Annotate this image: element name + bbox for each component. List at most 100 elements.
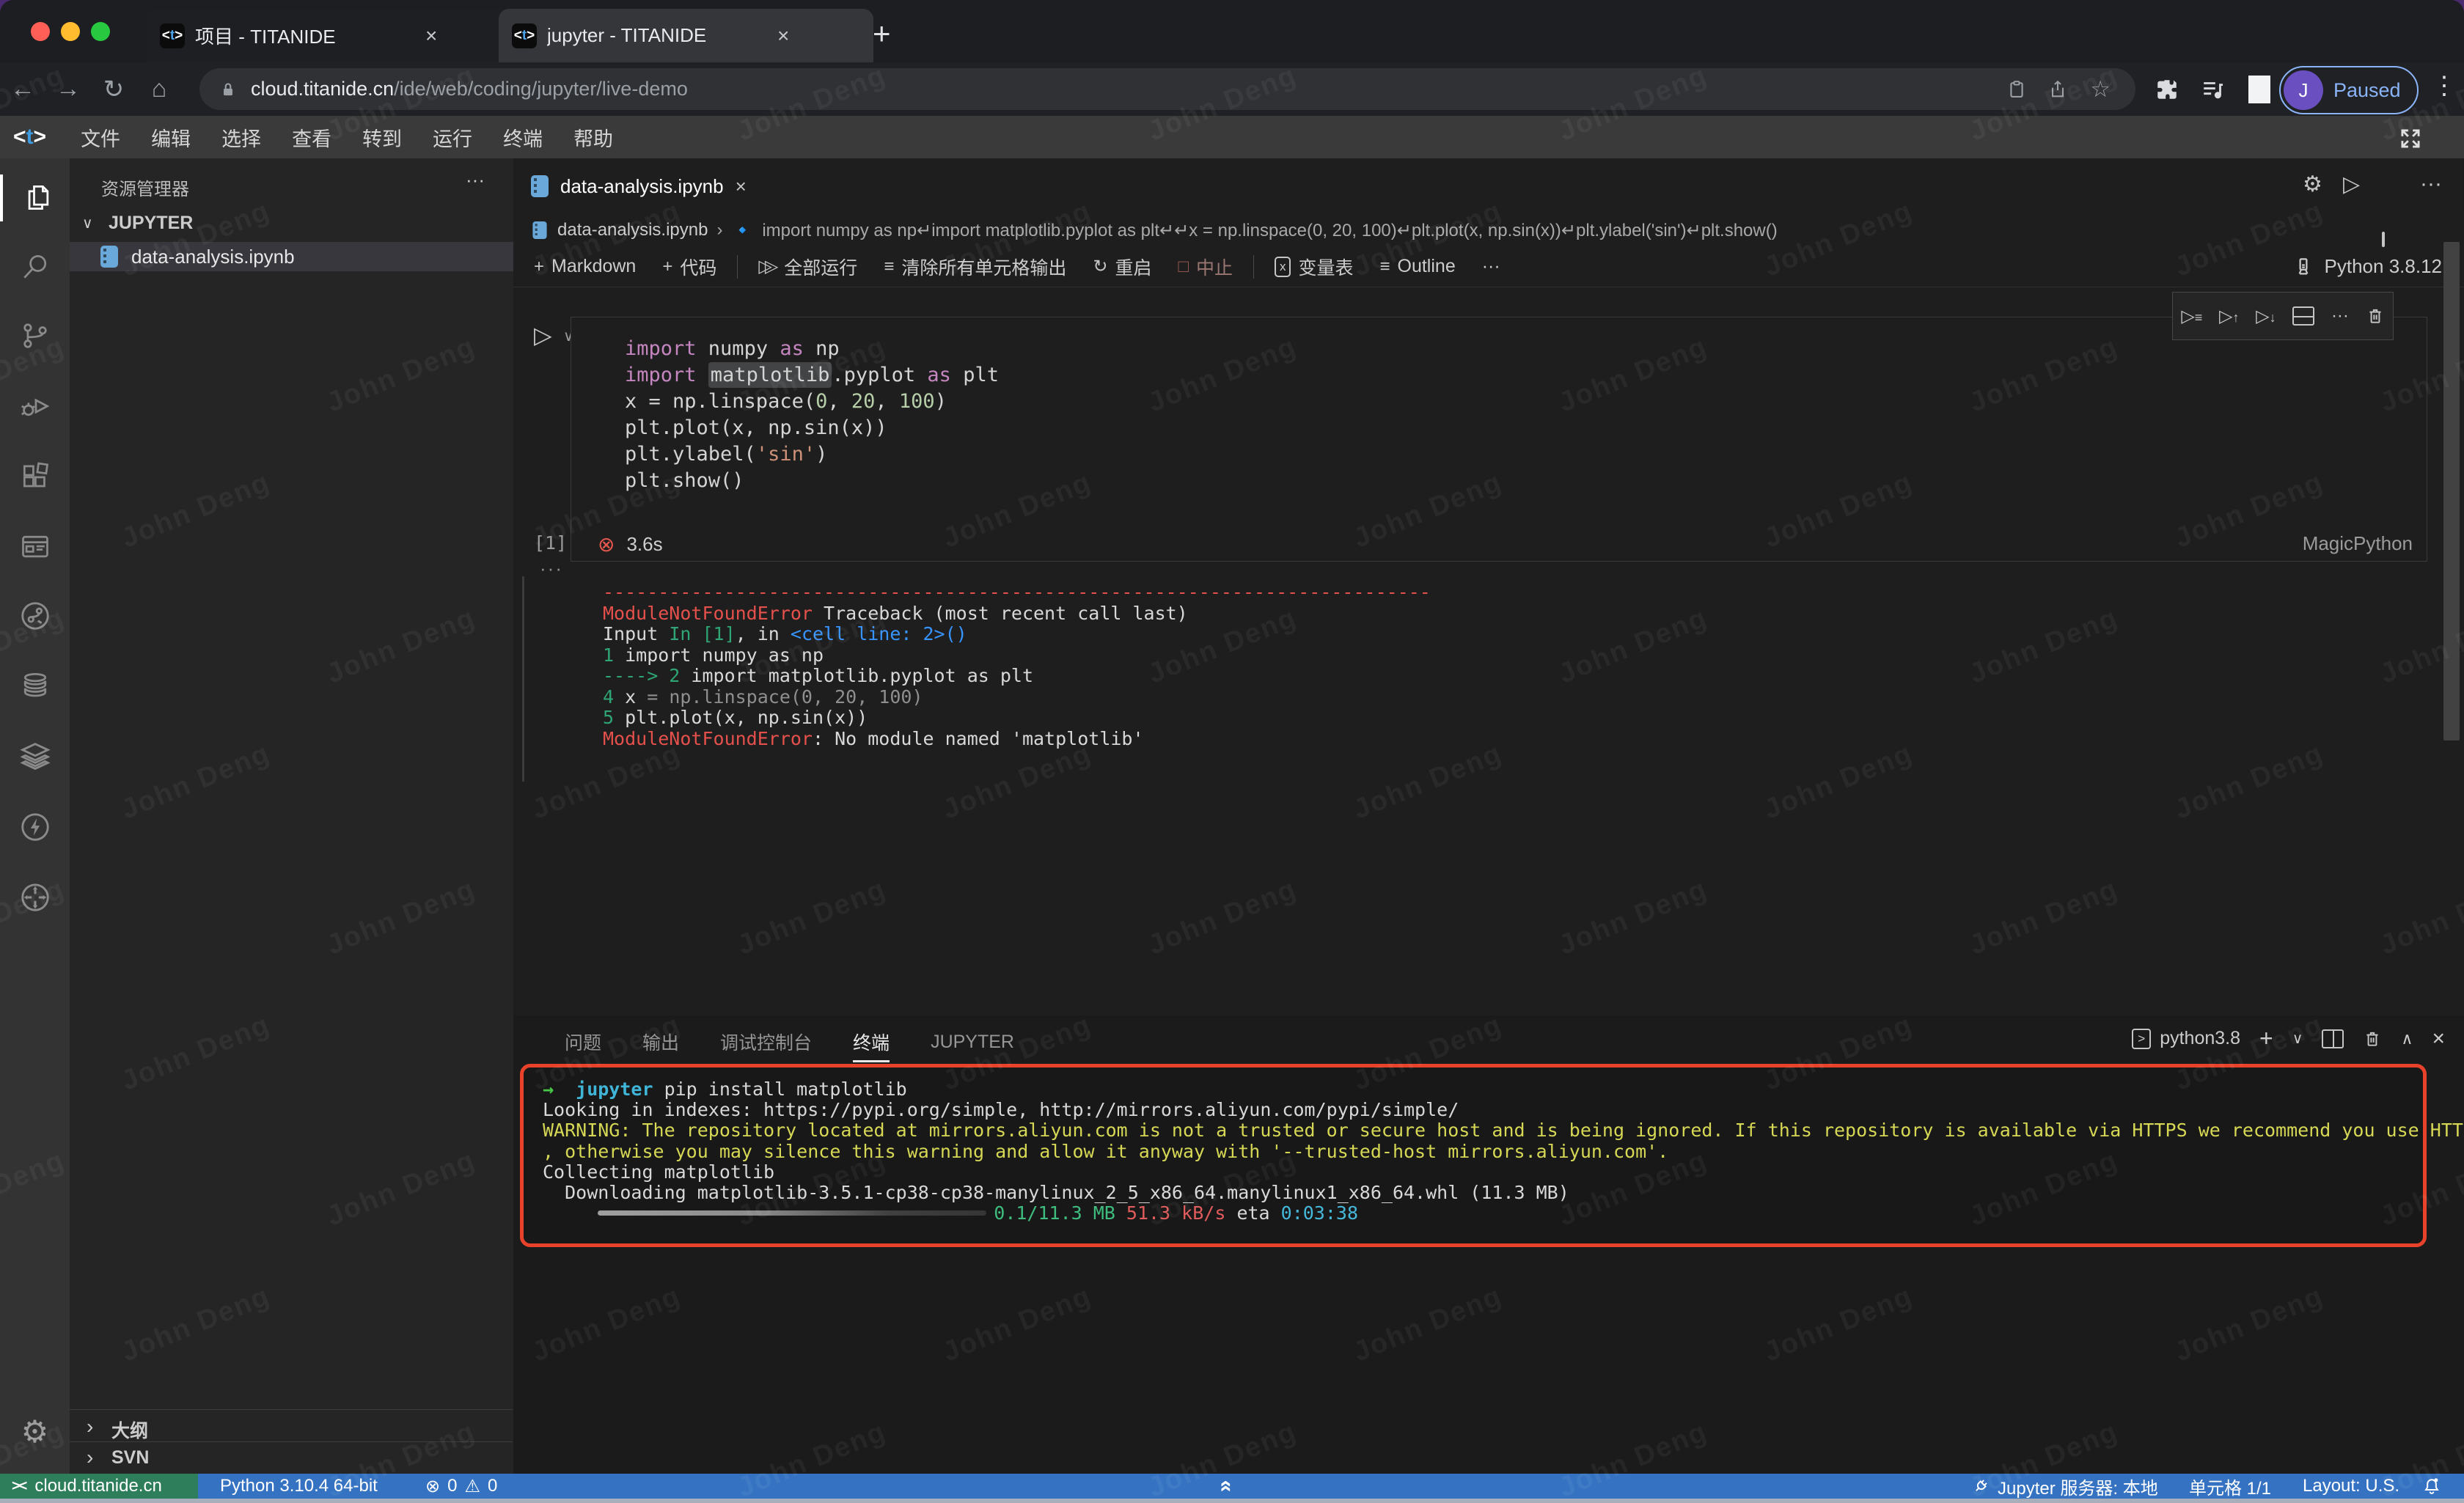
toolbar-more-icon[interactable]: ··· — [1472, 251, 1511, 283]
menu-selection[interactable]: 选择 — [206, 123, 276, 152]
new-tab-button[interactable]: + — [873, 16, 891, 51]
language-mode[interactable]: MagicPython — [2237, 532, 2413, 555]
run-cell-icon[interactable]: ▷ — [534, 321, 552, 349]
python-interpreter[interactable]: Python 3.10.4 64-bit — [220, 1474, 378, 1499]
sidebar-section-jupyter[interactable]: JUPYTER — [109, 213, 193, 234]
editor-more-icon[interactable]: ··· — [2420, 172, 2442, 196]
forward-icon[interactable]: → — [45, 75, 91, 103]
run-below-icon[interactable]: ▷↓ — [2256, 306, 2276, 327]
mac-minimize-button[interactable] — [61, 22, 80, 41]
manage-gear-icon[interactable]: ⚙ — [0, 1408, 70, 1455]
menu-view[interactable]: 查看 — [276, 123, 347, 152]
interrupt-button[interactable]: □中止 — [1167, 251, 1243, 283]
jupyter-server-status[interactable]: Jupyter 服务器: 本地 — [1971, 1474, 2158, 1499]
playlist-icon[interactable] — [2200, 77, 2226, 102]
cell-position[interactable]: 单元格 1/1 — [2189, 1474, 2271, 1499]
menu-file[interactable]: 文件 — [65, 123, 136, 152]
terminal-picker[interactable]: > python3.8 — [2132, 1028, 2240, 1049]
run-icon[interactable]: ▷ — [2343, 172, 2360, 197]
side-panel-icon[interactable] — [2248, 76, 2270, 103]
activity-extensions-icon[interactable] — [0, 453, 70, 500]
tab-close-icon[interactable]: × — [777, 24, 789, 48]
maximize-panel-icon[interactable]: ∧ — [2401, 1029, 2413, 1048]
bookmark-star-icon[interactable]: ☆ — [2090, 76, 2111, 103]
delete-cell-icon[interactable] — [2366, 306, 2385, 326]
activity-layers-icon[interactable] — [0, 733, 70, 780]
clear-outputs-button[interactable]: ≡清除所有单元格输出 — [873, 251, 1077, 283]
output-gutter-bar[interactable] — [522, 576, 524, 782]
cell-more-icon[interactable]: ··· — [2331, 306, 2349, 326]
tab-close-icon[interactable]: × — [736, 175, 747, 198]
menu-terminal[interactable]: 终端 — [488, 123, 558, 152]
section-chevron-icon[interactable]: ∨ — [82, 214, 93, 232]
outline-chevron-icon[interactable]: › — [87, 1415, 93, 1438]
cell-code[interactable]: import numpy as npimport matplotlib.pypl… — [625, 336, 999, 494]
tab-output[interactable]: 输出 — [622, 1015, 700, 1068]
clipboard-icon[interactable] — [2006, 78, 2027, 100]
editor-scrollbar[interactable] — [2443, 242, 2460, 741]
tab-terminal[interactable]: 终端 — [832, 1015, 910, 1068]
tab-problems[interactable]: 问题 — [544, 1015, 622, 1068]
menu-edit[interactable]: 编辑 — [136, 123, 206, 152]
tab-debug-console[interactable]: 调试控制台 — [700, 1015, 832, 1068]
restore-panel-chevrons[interactable]: « — [1220, 1474, 1233, 1499]
split-terminal-icon[interactable] — [2322, 1029, 2344, 1048]
terminal-output[interactable]: → jupyter pip install matplotlibLooking … — [543, 1079, 2464, 1224]
activity-remote-explorer-icon[interactable] — [0, 874, 70, 921]
url-bar[interactable]: cloud.titanide.cn/ide/web/coding/jupyter… — [199, 68, 2135, 110]
mac-zoom-button[interactable] — [91, 22, 110, 41]
terminal-dropdown-icon[interactable]: ∨ — [2292, 1029, 2303, 1048]
breadcrumb-code[interactable]: import numpy as np↵import matplotlib.pyp… — [762, 220, 1777, 241]
notifications-bell-icon[interactable] — [2421, 1474, 2442, 1499]
tab-jupyter[interactable]: JUPYTER — [910, 1015, 1035, 1068]
sidebar-section-svn[interactable]: SVN — [111, 1447, 149, 1469]
run-by-line-icon[interactable]: ▷≡ — [2181, 306, 2202, 327]
problems-status[interactable]: ⊗ 0 ⚠ 0 — [425, 1474, 497, 1499]
new-terminal-icon[interactable]: + — [2259, 1025, 2273, 1052]
output-collapse-icon[interactable]: ··· — [540, 557, 563, 580]
outline-button[interactable]: ≡Outline — [1370, 251, 1466, 283]
kernel-picker[interactable]: Python 3.8.12 — [2292, 255, 2442, 278]
add-markdown-button[interactable]: +Markdown — [524, 251, 646, 283]
activity-search-icon[interactable] — [0, 243, 70, 290]
browser-tab-jupyter[interactable]: <t> jupyter - TITANIDE × — [499, 9, 873, 62]
file-row-selected[interactable]: data-analysis.ipynb — [70, 242, 513, 271]
activity-database-icon[interactable] — [0, 663, 70, 710]
split-cell-icon[interactable] — [2292, 306, 2314, 326]
fullscreen-icon[interactable] — [2397, 125, 2424, 152]
run-above-icon[interactable]: ▷↑ — [2219, 306, 2239, 327]
browser-menu-icon[interactable]: ⋮ — [2432, 71, 2457, 100]
kill-terminal-icon[interactable] — [2363, 1029, 2382, 1049]
settings-gear-icon[interactable]: ⚙ — [2303, 172, 2322, 197]
variables-button[interactable]: x变量表 — [1264, 251, 1364, 283]
activity-preview-icon[interactable] — [0, 523, 70, 570]
menu-help[interactable]: 帮助 — [558, 123, 628, 152]
editor-tab-notebook[interactable]: data-analysis.ipynb × — [513, 158, 2464, 214]
back-icon[interactable]: ← — [0, 75, 45, 103]
share-icon[interactable] — [2047, 78, 2068, 100]
activity-gitlens-icon[interactable] — [0, 592, 70, 639]
sidebar-section-outline[interactable]: 大纲 — [111, 1416, 148, 1443]
keyboard-layout[interactable]: Layout: U.S. — [2303, 1474, 2399, 1499]
activity-run-debug-icon[interactable] — [0, 383, 70, 430]
mac-close-button[interactable] — [31, 22, 50, 41]
menu-run[interactable]: 运行 — [417, 123, 488, 152]
breadcrumb[interactable]: data-analysis.ipynb › 🔹 import numpy as … — [513, 214, 2464, 246]
activity-explorer-icon[interactable] — [0, 174, 73, 221]
restart-button[interactable]: ↻重启 — [1082, 251, 1162, 283]
sidebar-more-icon[interactable]: ··· — [466, 169, 485, 191]
run-all-button[interactable]: ▷▷全部运行 — [748, 251, 868, 283]
extensions-puzzle-icon[interactable] — [2155, 77, 2179, 102]
profile-chip[interactable]: J Paused — [2279, 66, 2419, 114]
add-code-button[interactable]: +代码 — [652, 251, 727, 283]
svn-chevron-icon[interactable]: › — [87, 1446, 93, 1469]
reload-icon[interactable]: ↻ — [91, 75, 136, 104]
menu-goto[interactable]: 转到 — [347, 123, 417, 152]
close-panel-icon[interactable]: × — [2432, 1026, 2445, 1051]
home-icon[interactable]: ⌂ — [136, 75, 182, 103]
remote-indicator[interactable]: >< cloud.titanide.cn — [0, 1474, 198, 1499]
tab-close-icon[interactable]: × — [425, 24, 437, 48]
browser-tab-project[interactable]: <t> 项目 - TITANIDE × — [147, 9, 518, 62]
activity-source-control-icon[interactable] — [0, 312, 70, 359]
activity-thunder-icon[interactable] — [0, 804, 70, 850]
